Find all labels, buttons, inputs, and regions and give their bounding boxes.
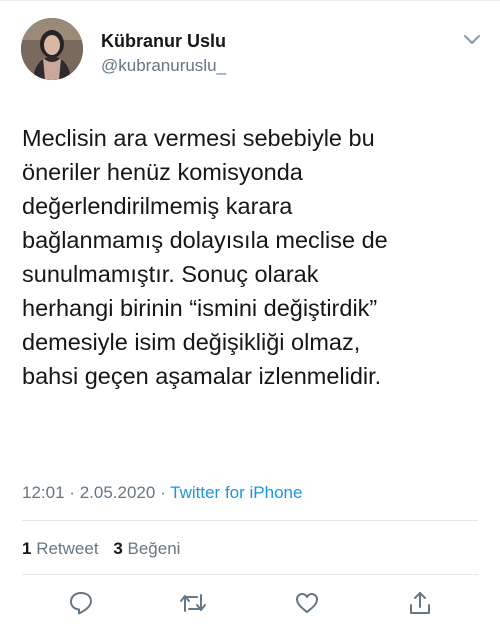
tweet-line: öneriler henüz komisyonda: [22, 159, 303, 185]
retweets-stat[interactable]: 1 Retweet: [22, 539, 99, 558]
tweet-line: değerlendirilmemiş karara: [22, 193, 293, 219]
likes-label: Beğeni: [127, 539, 181, 558]
user-handle[interactable]: @kubranuruslu_: [101, 56, 226, 76]
tweet-source-link[interactable]: Twitter for iPhone: [170, 483, 302, 502]
tweet-line: bağlanmamış dolayısıla meclise de: [22, 227, 388, 253]
display-name[interactable]: Kübranur Uslu: [101, 30, 226, 52]
likes-count: 3: [113, 539, 123, 558]
meta-separator: ·: [69, 483, 75, 502]
tweet-stats: 1 Retweet 3 Beğeni: [22, 539, 190, 559]
share-icon[interactable]: [407, 590, 433, 616]
tweet-time[interactable]: 12:01: [22, 483, 65, 502]
tweet-line: Meclisin ara vermesi sebebiyle bu: [22, 125, 375, 151]
reply-icon[interactable]: [68, 590, 94, 616]
tweet-line: sunulmamıştır. Sonuç olarak: [22, 261, 319, 287]
divider: [22, 574, 478, 575]
tweet-meta: 12:01 · 2.05.2020 · Twitter for iPhone: [22, 483, 302, 503]
likes-stat[interactable]: 3 Beğeni: [113, 539, 180, 558]
tweet-line: herhangi birinin “ismini değiştirdik”: [22, 295, 378, 321]
divider: [22, 520, 478, 521]
top-divider: [0, 0, 500, 1]
heart-icon[interactable]: [294, 590, 320, 616]
retweet-icon[interactable]: [178, 590, 208, 616]
tweet-line: demesiyle isim değişikliği olmaz,: [22, 329, 361, 355]
tweet-date[interactable]: 2.05.2020: [80, 483, 156, 502]
chevron-down-icon[interactable]: [462, 32, 482, 48]
tweet-text: Meclisin ara vermesi sebebiyle bu öneril…: [22, 121, 492, 393]
avatar[interactable]: [21, 18, 83, 80]
retweets-label: Retweet: [36, 539, 99, 558]
tweet-line: bahsi geçen aşamalar izlenmelidir.: [22, 363, 382, 389]
retweets-count: 1: [22, 539, 32, 558]
meta-separator: ·: [160, 483, 166, 502]
